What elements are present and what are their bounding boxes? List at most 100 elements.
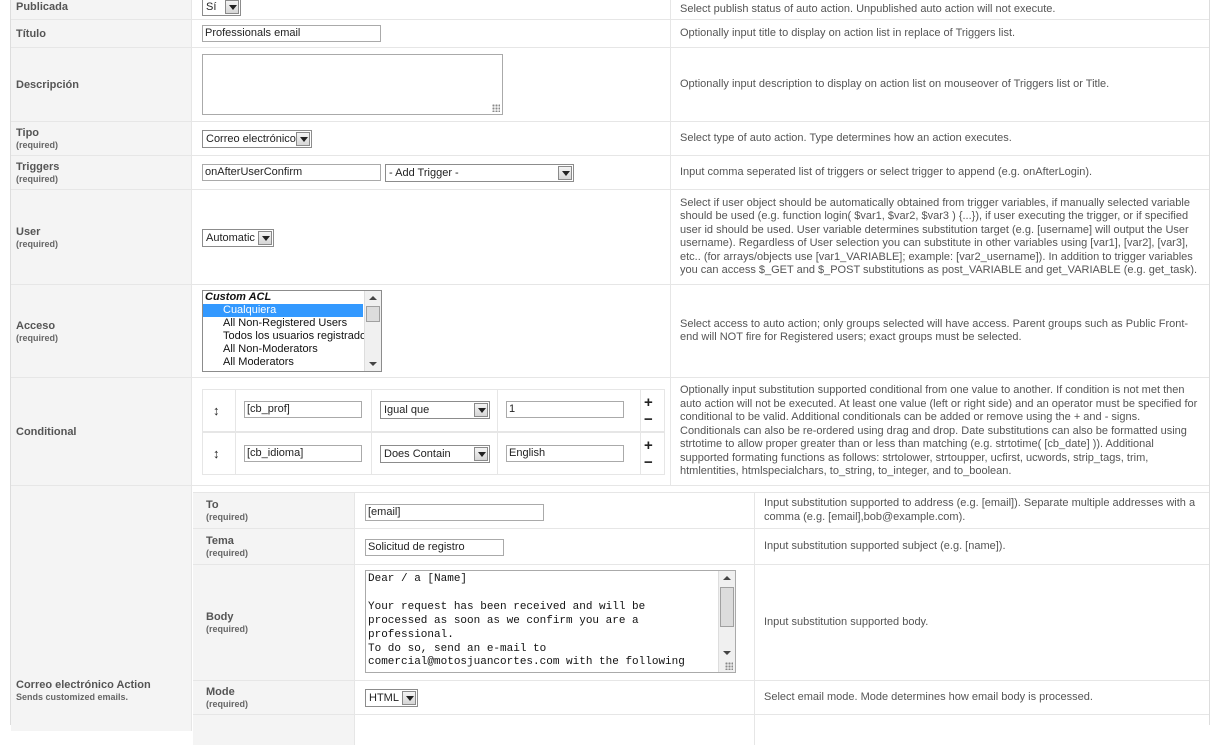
row-access: Acceso (required) Custom ACL Cualquiera …: [11, 285, 1209, 378]
field-cell: Custom ACL Cualquiera All Non-Registered…: [193, 285, 671, 377]
published-select[interactable]: Sí: [202, 0, 241, 16]
add-trigger-select[interactable]: - Add Trigger -: [385, 164, 574, 182]
drag-handle-icon[interactable]: ↕: [213, 446, 220, 461]
mode-label: Mode: [206, 686, 235, 698]
field-cell: Sí: [193, 0, 671, 19]
label-cell: Acceso (required): [11, 285, 192, 377]
chevron-down-icon: [474, 403, 488, 417]
published-label: Publicada: [16, 0, 68, 13]
drag-cell: ↕: [203, 433, 236, 474]
operator-cell: Igual que: [372, 390, 498, 431]
operator-cell: Does Contain: [372, 433, 498, 474]
access-option-group: Custom ACL: [205, 291, 272, 303]
form-table: Publicada Sí Select publish status of au…: [10, 0, 1210, 745]
conditional-row: ↕ [cb_prof] Igual que 1 + −: [202, 389, 665, 432]
body-help: Input substitution supported body.: [764, 615, 929, 628]
access-label: Acceso: [16, 319, 56, 332]
email-action-sub: Sends customized emails.: [16, 692, 129, 702]
published-help: Select publish status of auto action. Un…: [680, 2, 1056, 15]
condition-operator-value: Does Contain: [384, 448, 451, 460]
right-cell: English: [498, 433, 641, 474]
body-text: Dear / a [Name] Your request has been re…: [368, 573, 685, 669]
description-textarea[interactable]: [202, 54, 503, 115]
remove-condition-button[interactable]: −: [644, 454, 653, 471]
auto-action-form: Publicada Sí Select publish status of au…: [0, 0, 1218, 745]
access-listbox[interactable]: Custom ACL Cualquiera All Non-Registered…: [202, 290, 382, 372]
scroll-up-icon[interactable]: [365, 291, 381, 305]
conditional-row: ↕ [cb_idioma] Does Contain English + −: [202, 432, 665, 475]
label-cell: Descripción: [11, 48, 192, 121]
field-cell: Solicitud de registro: [356, 529, 755, 564]
condition-right-input[interactable]: 1: [506, 401, 624, 418]
condition-right-input[interactable]: English: [506, 445, 624, 462]
drag-handle-icon[interactable]: ↕: [213, 403, 220, 418]
to-input[interactable]: [email]: [365, 504, 544, 521]
remove-condition-button[interactable]: −: [644, 411, 653, 428]
body-label: Body: [206, 611, 234, 623]
scroll-up-icon[interactable]: [719, 571, 735, 585]
mode-help: Select email mode. Mode determines how e…: [764, 690, 1093, 703]
condition-left-input[interactable]: [cb_idioma]: [244, 445, 362, 462]
drag-cell: ↕: [203, 390, 236, 431]
add-trigger-value: - Add Trigger -: [389, 167, 459, 179]
conditional-help: Optionally input substitution supported …: [680, 384, 1198, 478]
row-title: Título Professionals email Optionally in…: [11, 20, 1209, 48]
condition-left-input[interactable]: [cb_prof]: [244, 401, 362, 418]
chevron-down-icon: [296, 132, 310, 146]
label-cell: Correo electrónico Action Sends customiz…: [11, 486, 192, 731]
left-cell: [cb_prof]: [236, 390, 372, 431]
email-action-label: Correo electrónico Action: [16, 679, 151, 691]
access-option[interactable]: Todos los usuarios registrados: [203, 330, 381, 343]
subject-input[interactable]: Solicitud de registro: [365, 539, 504, 556]
right-cell: 1: [498, 390, 641, 431]
row-mode: Mode (required) HTML Select email mode. …: [193, 681, 1209, 715]
type-help: Select type of auto action. Type determi…: [680, 131, 1012, 144]
resize-grip-icon[interactable]: [725, 662, 733, 670]
row-type: Tipo (required) Correo electrónico Selec…: [11, 122, 1209, 156]
to-required: (required): [206, 512, 249, 522]
subject-required: (required): [206, 548, 249, 558]
scroll-down-icon[interactable]: [719, 646, 735, 660]
label-cell: To (required): [193, 493, 355, 528]
condition-operator-select[interactable]: Igual que: [380, 401, 490, 419]
label-cell: Tipo (required): [11, 122, 192, 155]
label-cell: Conditional: [11, 378, 192, 485]
access-option[interactable]: All Moderators: [203, 356, 381, 369]
chevron-down-icon: [225, 0, 239, 14]
user-label: User: [16, 225, 41, 238]
title-label: Título: [16, 27, 46, 40]
type-select[interactable]: Correo electrónico: [202, 130, 312, 148]
user-value: Automatic: [206, 232, 255, 244]
triggers-input[interactable]: onAfterUserConfirm: [202, 164, 381, 181]
chevron-down-icon: [558, 166, 572, 180]
condition-operator-select[interactable]: Does Contain: [380, 445, 490, 463]
field-cell: [193, 48, 671, 121]
field-cell: HTML: [356, 681, 755, 714]
access-option[interactable]: All Non-Moderators: [203, 343, 381, 356]
field-cell: Dear / a [Name] Your request has been re…: [356, 565, 755, 680]
access-option-selected[interactable]: Cualquiera: [203, 304, 363, 317]
label-cell: Título: [11, 20, 192, 47]
resize-grip-icon[interactable]: [492, 104, 500, 112]
scroll-down-icon[interactable]: [365, 357, 381, 371]
scroll-thumb[interactable]: [720, 587, 734, 627]
mode-select[interactable]: HTML: [365, 689, 418, 707]
access-option[interactable]: All Non-Registered Users: [203, 317, 381, 330]
row-conditional: Conditional ↕ [cb_prof] Igual que 1 + − …: [11, 378, 1209, 486]
field-cell: Professionals email: [193, 20, 671, 47]
row-triggers: Triggers (required) onAfterUserConfirm -…: [11, 156, 1209, 190]
scroll-thumb[interactable]: [366, 306, 380, 322]
add-condition-button[interactable]: +: [644, 437, 653, 454]
user-select[interactable]: Automatic: [202, 229, 274, 247]
row-next: [193, 715, 1209, 745]
access-scrollbar[interactable]: [364, 291, 381, 371]
body-scrollbar[interactable]: [718, 571, 735, 672]
title-input[interactable]: Professionals email: [202, 25, 381, 42]
row-subject: Tema (required) Solicitud de registro In…: [193, 529, 1209, 565]
body-textarea[interactable]: Dear / a [Name] Your request has been re…: [365, 570, 736, 673]
label-cell: Body (required): [193, 565, 355, 680]
add-condition-button[interactable]: +: [644, 394, 653, 411]
to-help: Input substitution supported to address …: [764, 497, 1196, 523]
triggers-label: Triggers: [16, 161, 60, 173]
condition-operator-value: Igual que: [384, 404, 430, 416]
